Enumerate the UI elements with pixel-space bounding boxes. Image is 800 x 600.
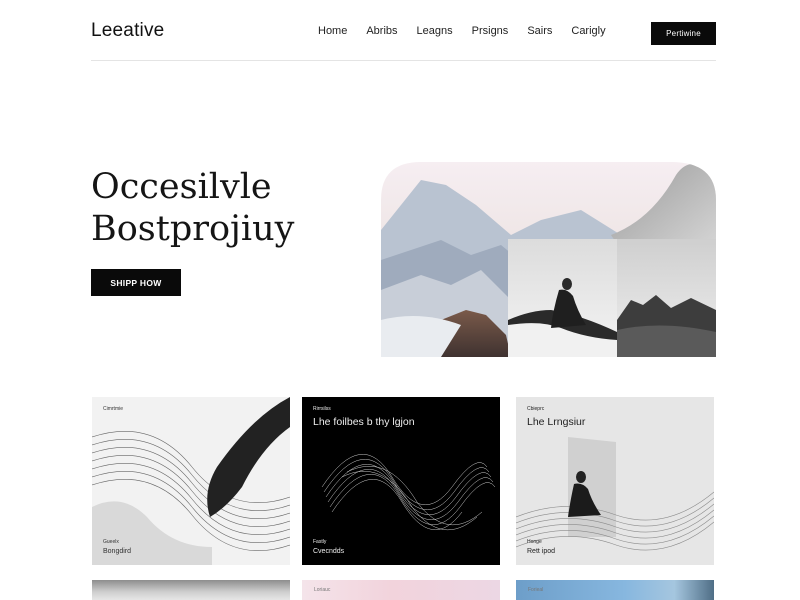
card-tag: Loriauc	[314, 587, 331, 593]
nav-home[interactable]: Home	[318, 25, 347, 37]
card-tag: Cbieprc	[527, 406, 545, 412]
feature-card-1[interactable]: Cimrtmie Gueelx Bongdird	[92, 397, 290, 565]
feature-card-4[interactable]	[92, 580, 290, 600]
site-logo[interactable]: Leeative	[91, 20, 164, 42]
card-footer-title: Bongdird	[103, 548, 132, 555]
nav-abribs[interactable]: Abribs	[366, 25, 397, 37]
wave-ribbon-image	[92, 397, 290, 565]
card-title: Lhe foilbes b thy lgjon	[313, 416, 415, 428]
hero-landscape-image	[381, 162, 716, 357]
hero-image-collage	[381, 160, 716, 357]
hero-title-line-1: Occesilvle	[91, 167, 272, 207]
feature-card-3[interactable]: Cbieprc Lhe Lrngsiur Honge Rett ipod	[516, 397, 714, 565]
shop-now-button[interactable]: SHIPP HOW	[91, 269, 181, 296]
card-footer-title: Rett ipod	[527, 548, 556, 555]
card-footer-label: Honge	[527, 539, 542, 545]
nav-sairs[interactable]: Sairs	[527, 25, 552, 37]
card-tag: Rirrsilss	[313, 406, 331, 412]
card-tag: Forieal	[528, 587, 544, 593]
feature-card-2[interactable]: Rirrsilss Lhe foilbes b thy lgjon Fastly…	[302, 397, 500, 565]
card-footer-title: Cvecndds	[313, 548, 345, 555]
nav-leagns[interactable]: Leagns	[417, 25, 453, 37]
site-header: Leeative Home Abribs Leagns Prsigns Sair…	[0, 0, 800, 61]
main-nav: Home Abribs Leagns Prsigns Sairs Carigly	[318, 25, 606, 37]
card-title: Lhe Lrngsiur	[527, 416, 586, 428]
card-footer-label: Fastly	[313, 539, 327, 545]
hero-title: Occesilvle Bostprojiuy	[91, 166, 294, 250]
card-tag: Cimrtmie	[103, 406, 123, 412]
feature-card-6[interactable]: Forieal	[516, 580, 714, 600]
nav-carigly[interactable]: Carigly	[571, 25, 605, 37]
hero-title-line-2: Bostprojiuy	[91, 209, 295, 249]
card-footer-label: Gueelx	[103, 539, 119, 545]
header-cta-button[interactable]: Pertiwine	[651, 22, 716, 45]
header-divider	[91, 60, 716, 61]
nav-prsigns[interactable]: Prsigns	[472, 25, 509, 37]
feature-card-5[interactable]: Loriauc	[302, 580, 500, 600]
